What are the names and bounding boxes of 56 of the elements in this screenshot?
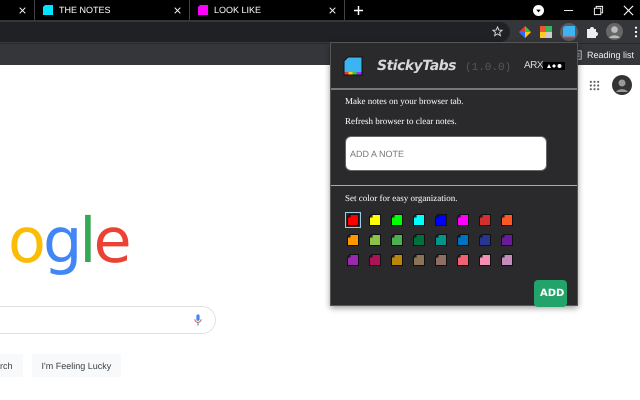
close-icon[interactable] <box>174 6 181 14</box>
color-swatch[interactable] <box>477 252 493 268</box>
color-swatch[interactable] <box>345 232 361 248</box>
note-input[interactable]: ADD A NOTE <box>345 136 547 171</box>
apps-grid-icon[interactable] <box>589 80 600 90</box>
color-swatch[interactable] <box>477 212 493 228</box>
close-icon[interactable] <box>623 4 634 16</box>
tab-title: THE NOTES <box>59 5 112 15</box>
close-icon[interactable] <box>19 6 26 14</box>
color-swatch[interactable] <box>389 252 405 268</box>
puzzle-icon[interactable] <box>585 24 599 38</box>
color-swatch[interactable] <box>367 232 383 248</box>
color-swatch[interactable] <box>499 212 515 228</box>
color-swatch[interactable] <box>499 252 515 268</box>
color-swatch[interactable] <box>455 212 471 228</box>
app-title: StickyTabs <box>377 58 456 74</box>
search-button[interactable]: I'm Feeling Lucky <box>32 354 122 377</box>
color-swatch[interactable] <box>433 232 449 248</box>
color-swatch[interactable] <box>367 212 383 228</box>
dropdown-icon[interactable] <box>533 4 544 16</box>
avatar-icon[interactable] <box>612 75 632 95</box>
shapes-icon <box>543 62 565 70</box>
color-swatch[interactable] <box>411 252 427 268</box>
microphone-icon[interactable] <box>194 314 202 326</box>
color-swatch[interactable] <box>455 252 471 268</box>
menu-icon[interactable] <box>634 26 638 38</box>
color-swatch[interactable] <box>411 212 427 228</box>
search-button[interactable]: rch <box>0 354 23 377</box>
instruction-text: Set color for easy organization. <box>345 193 459 204</box>
restore-icon[interactable] <box>593 4 604 16</box>
color-swatch[interactable] <box>389 212 405 228</box>
instruction-text: Make notes on your browser tab. <box>345 96 464 107</box>
tab-title: LOOK LIKE <box>214 5 262 15</box>
star-icon[interactable] <box>492 26 503 37</box>
extension-icon[interactable] <box>539 24 553 38</box>
color-swatch[interactable] <box>411 232 427 248</box>
color-swatch[interactable] <box>433 212 449 228</box>
note-icon <box>198 5 208 15</box>
plus-icon[interactable] <box>354 6 363 14</box>
color-swatch[interactable] <box>389 232 405 248</box>
instruction-text: Refresh browser to clear notes. <box>345 116 458 127</box>
note-icon <box>43 5 53 15</box>
extension-icon[interactable] <box>518 24 532 38</box>
color-swatch[interactable] <box>433 252 449 268</box>
color-swatch[interactable] <box>477 232 493 248</box>
color-swatch[interactable] <box>499 232 515 248</box>
color-swatch[interactable] <box>345 212 361 228</box>
color-swatch[interactable] <box>345 252 361 268</box>
note-icon[interactable] <box>560 22 578 40</box>
note-icon <box>343 56 363 76</box>
brand-label: ARX <box>524 60 543 71</box>
color-swatch[interactable] <box>367 252 383 268</box>
close-icon[interactable] <box>329 6 336 14</box>
avatar-icon[interactable] <box>606 23 623 40</box>
search-field[interactable] <box>0 306 216 334</box>
color-swatch[interactable] <box>455 232 471 248</box>
